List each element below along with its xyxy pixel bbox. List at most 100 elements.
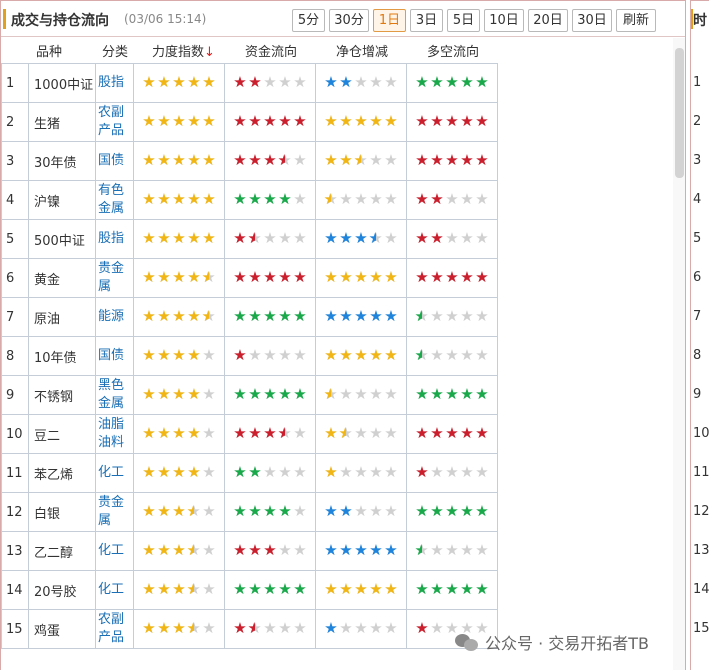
variety-name[interactable]: 黄金 bbox=[28, 258, 96, 298]
period-button-5[interactable]: 10日 bbox=[484, 9, 524, 32]
star-icon: ★★ bbox=[339, 268, 353, 286]
star-rating: ★★★★★★★★★★ bbox=[233, 309, 308, 324]
star-icon: ★ bbox=[475, 190, 489, 208]
star-rating: ★★★★★★★★★ bbox=[142, 387, 217, 402]
column-header-strength[interactable]: 力度指数↓ bbox=[152, 41, 215, 60]
table-row[interactable]: 810年债国债★★★★★★★★★★★★★★★★★★★★★★★★★★★★★★★ bbox=[1, 336, 498, 376]
variety-name[interactable]: 1000中证 bbox=[28, 63, 96, 103]
column-header-category[interactable]: 分类 bbox=[102, 41, 128, 60]
side-row-index: 12 bbox=[693, 504, 709, 519]
category-link[interactable]: 黑色金属 bbox=[95, 375, 134, 415]
column-header-name[interactable]: 品种 bbox=[36, 41, 62, 60]
category-link[interactable]: 农副产品 bbox=[95, 102, 134, 142]
star-icon: ★ bbox=[384, 424, 398, 442]
longshort-flow-rating: ★★★★★★ bbox=[406, 453, 498, 493]
variety-name[interactable]: 苯乙烯 bbox=[28, 453, 96, 493]
category-link[interactable]: 国债 bbox=[95, 336, 134, 376]
capital-flow-rating: ★ ★ ★ ★ ★ ★ ★ ★ ★ ★ bbox=[224, 102, 316, 142]
variety-name[interactable]: 30年债 bbox=[28, 141, 96, 181]
star-icon: ★ bbox=[369, 502, 383, 520]
star-icon: ★★ bbox=[172, 541, 186, 559]
star-icon: ★ bbox=[384, 385, 398, 403]
variety-name[interactable]: 不锈钢 bbox=[28, 375, 96, 415]
star-icon: ★★ bbox=[187, 619, 201, 637]
column-header-position[interactable]: 净仓增减 bbox=[336, 41, 388, 60]
table-row[interactable]: 11 苯乙烯 化工 ★ ★ ★ ★ ★ ★ ★ ★ ★ ★ ★ ★ ★ ★ ★ ★ ★ ★ ★ ★ ★ ★ ★ ★ ★ ★ ★ ★ bbox=[1, 453, 498, 493]
column-header-capital[interactable]: 资金流向 bbox=[245, 41, 297, 60]
period-button-6[interactable]: 20日 bbox=[528, 9, 568, 32]
variety-name[interactable]: 10年债 bbox=[28, 336, 96, 376]
star-icon: ★★ bbox=[248, 229, 262, 247]
strength-rating: ★★★★★★★★★ bbox=[133, 453, 225, 493]
star-icon: ★★ bbox=[233, 385, 247, 403]
scrollbar-thumb[interactable] bbox=[675, 48, 684, 178]
table-row[interactable]: 10 豆二 油脂油料 ★ ★ ★ ★ ★ ★ ★ ★ ★ ★ ★ ★ ★ ★ ★ ★ ★ ★ ★ ★ ★ ★ ★ ★ ★ ★ ★ ★ ★ ★ ★ ★… bbox=[1, 414, 498, 454]
table-row[interactable]: 2 生猪 农副产品 ★ ★ ★ ★ ★ ★ ★ ★ ★ ★ ★ ★ ★ ★ ★ ★ ★ ★ ★ ★ ★ ★ ★ ★ ★ ★ ★ ★ ★ ★ ★ ★ ★… bbox=[1, 102, 498, 142]
side-row-index: 4 bbox=[693, 192, 702, 207]
star-icon: ★★ bbox=[354, 112, 368, 130]
category-link[interactable]: 有色金属 bbox=[95, 180, 134, 220]
variety-name[interactable]: 500中证 bbox=[28, 219, 96, 259]
table-row[interactable]: 13乙二醇化工★★★★★★★★★★★★★★★★★★★★★★★★★★★★★★★★★ bbox=[1, 531, 498, 571]
position-change-rating: ★★★★★★★ bbox=[315, 414, 407, 454]
table-row[interactable]: 4沪镍有色金属★★★★★★★★★★★★★★★★★★★★★★★★★★★★★★★★ bbox=[1, 180, 498, 220]
category-link[interactable]: 农副产品 bbox=[95, 609, 134, 649]
table-row[interactable]: 15鸡蛋农副产品★★★★★★★★★★★★★★★★★★★★★★★★★★★★ bbox=[1, 609, 498, 649]
variety-name[interactable]: 生猪 bbox=[28, 102, 96, 142]
category-link[interactable]: 化工 bbox=[95, 570, 134, 610]
category-link[interactable]: 贵金属 bbox=[95, 492, 134, 532]
category-link[interactable]: 油脂油料 bbox=[95, 414, 134, 454]
side-row-index: 2 bbox=[693, 114, 702, 129]
period-button-7[interactable]: 30日 bbox=[572, 9, 612, 32]
table-row[interactable]: 12 白银 贵金属 ★ ★ ★ ★ ★ ★ ★ ★ ★ ★ ★ ★ ★ ★ ★ ★ ★ ★ ★ ★ ★ ★ ★ ★ ★ ★ ★ ★ ★ ★ ★ ★ ★… bbox=[1, 492, 498, 532]
category-link[interactable]: 化工 bbox=[95, 453, 134, 493]
variety-name[interactable]: 20号胶 bbox=[28, 570, 96, 610]
table-row[interactable]: 9 不锈钢 黑色金属 ★ ★ ★ ★ ★ ★ ★ ★ ★ ★ ★ ★ ★ ★ ★ ★ ★ ★ ★ ★ ★ ★ ★ ★ ★ ★ ★ ★ ★ ★ ★ ★… bbox=[1, 375, 498, 415]
star-icon: ★★ bbox=[142, 190, 156, 208]
star-icon: ★★ bbox=[263, 385, 277, 403]
table-row[interactable]: 5500中证股指★★★★★★★★★★★★★★★★★★★★★★★★★★★★★★★★… bbox=[1, 219, 498, 259]
star-icon: ★ bbox=[369, 619, 383, 637]
category-link[interactable]: 股指 bbox=[95, 219, 134, 259]
variety-name[interactable]: 原油 bbox=[28, 297, 96, 337]
star-icon: ★★ bbox=[339, 346, 353, 364]
star-rating: ★★★★★★ bbox=[233, 348, 308, 363]
variety-name[interactable]: 鸡蛋 bbox=[28, 609, 96, 649]
table-row[interactable]: 14 20号胶 化工 ★ ★ ★ ★ ★ ★ ★ ★ ★ ★ ★ ★ ★ ★ ★ ★ ★ ★ ★ ★ ★ ★ ★ ★ ★ ★ ★ ★ ★ ★ ★ ★… bbox=[1, 570, 498, 610]
star-icon: ★★ bbox=[445, 112, 459, 130]
period-button-0[interactable]: 5分 bbox=[292, 9, 325, 32]
longshort-flow-rating: ★★★★★★ bbox=[406, 336, 498, 376]
star-icon: ★★ bbox=[293, 580, 307, 598]
star-icon: ★ bbox=[475, 307, 489, 325]
star-icon: ★ bbox=[263, 619, 277, 637]
variety-name[interactable]: 沪镍 bbox=[28, 180, 96, 220]
category-link[interactable]: 国债 bbox=[95, 141, 134, 181]
variety-name[interactable]: 豆二 bbox=[28, 414, 96, 454]
star-rating: ★★★★★★★★★★ bbox=[324, 543, 399, 558]
column-header-longshort[interactable]: 多空流向 bbox=[427, 41, 479, 60]
period-button-2[interactable]: 1日 bbox=[373, 9, 406, 32]
star-rating: ★★★★★★★★★★ bbox=[142, 192, 217, 207]
star-rating: ★★★★★★★ bbox=[324, 75, 399, 90]
period-button-1[interactable]: 30分 bbox=[329, 9, 369, 32]
star-icon: ★★ bbox=[445, 151, 459, 169]
capital-flow-rating: ★★★★★★★ bbox=[224, 63, 316, 103]
variety-name[interactable]: 乙二醇 bbox=[28, 531, 96, 571]
table-row[interactable]: 7原油能源★★★★★★★★★★★★★★★★★★★★★★★★★★★★★★★★★★★… bbox=[1, 297, 498, 337]
period-button-8[interactable]: 刷新 bbox=[616, 9, 656, 32]
category-link[interactable]: 化工 bbox=[95, 531, 134, 571]
star-icon: ★★ bbox=[324, 190, 338, 208]
star-icon: ★ bbox=[475, 346, 489, 364]
category-link[interactable]: 能源 bbox=[95, 297, 134, 337]
period-button-3[interactable]: 3日 bbox=[410, 9, 443, 32]
star-icon: ★ bbox=[354, 73, 368, 91]
table-row[interactable]: 6 黄金 贵金属 ★ ★ ★ ★ ★ ★ ★ ★ ★ ★ ★ ★ ★ ★ ★ ★ ★ ★ ★ ★ ★ ★ ★ ★ ★ ★ ★ ★ ★ ★ ★ ★ ★ ★… bbox=[1, 258, 498, 298]
table-row[interactable]: 1 1000中证 股指 ★ ★ ★ ★ ★ ★ ★ ★ ★ ★ ★ ★ ★ ★ ★ ★ ★ ★ ★ ★ ★ ★ ★ ★ ★ ★ ★ ★ ★ ★ ★… bbox=[1, 63, 498, 103]
table-row[interactable]: 3 30年债 国债 ★ ★ ★ ★ ★ ★ ★ ★ ★ ★ ★ ★ ★ ★ ★ ★ ★ ★ ★ ★ ★ ★ ★ ★ ★ ★ ★ ★ ★ ★ ★ ★ ★… bbox=[1, 141, 498, 181]
star-icon: ★★ bbox=[142, 502, 156, 520]
category-link[interactable]: 股指 bbox=[95, 63, 134, 103]
period-button-4[interactable]: 5日 bbox=[447, 9, 480, 32]
longshort-flow-rating: ★ ★ ★ ★ ★ ★ ★ ★ ★ ★ bbox=[406, 414, 498, 454]
category-link[interactable]: 贵金属 bbox=[95, 258, 134, 298]
variety-name[interactable]: 白银 bbox=[28, 492, 96, 532]
